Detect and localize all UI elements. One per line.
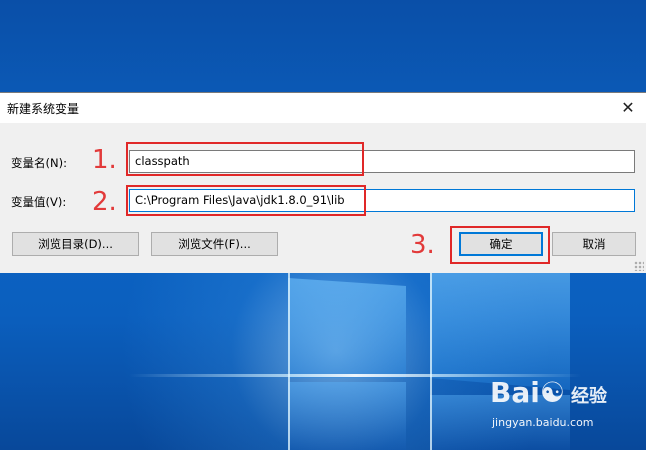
baidu-jingyan-watermark: Bai☯ 经验 jingyan.baidu.com	[490, 376, 607, 429]
browse-file-button[interactable]: 浏览文件(F)...	[151, 232, 278, 256]
watermark-brand-suffix: 经验	[570, 386, 607, 407]
wallpaper-pane	[288, 278, 406, 378]
cancel-button[interactable]: 取消	[552, 232, 636, 256]
annotation-step2-number: 2.	[92, 187, 117, 217]
resize-grip-icon[interactable]	[634, 261, 644, 271]
annotation-box-step1	[126, 142, 364, 176]
wallpaper-light-beam	[430, 270, 432, 450]
wallpaper-pane	[430, 270, 570, 390]
browse-directory-button[interactable]: 浏览目录(D)...	[12, 232, 139, 256]
wallpaper-pane	[288, 382, 406, 450]
variable-name-label: 变量名(N):	[11, 156, 67, 170]
dialog-titlebar: 新建系统变量 ✕	[0, 93, 646, 123]
annotation-step1-number: 1.	[92, 145, 117, 175]
annotation-step3-number: 3.	[410, 230, 435, 260]
watermark-brand: Bai	[490, 376, 540, 409]
wallpaper-light-beam	[288, 270, 290, 450]
baidu-paw-icon: ☯	[539, 376, 565, 409]
close-icon[interactable]: ✕	[616, 96, 640, 120]
annotation-box-step3	[450, 226, 550, 264]
annotation-box-step2	[126, 185, 366, 216]
watermark-url: jingyan.baidu.com	[492, 416, 594, 429]
dialog-title: 新建系统变量	[7, 102, 80, 116]
variable-value-label: 变量值(V):	[11, 195, 67, 209]
